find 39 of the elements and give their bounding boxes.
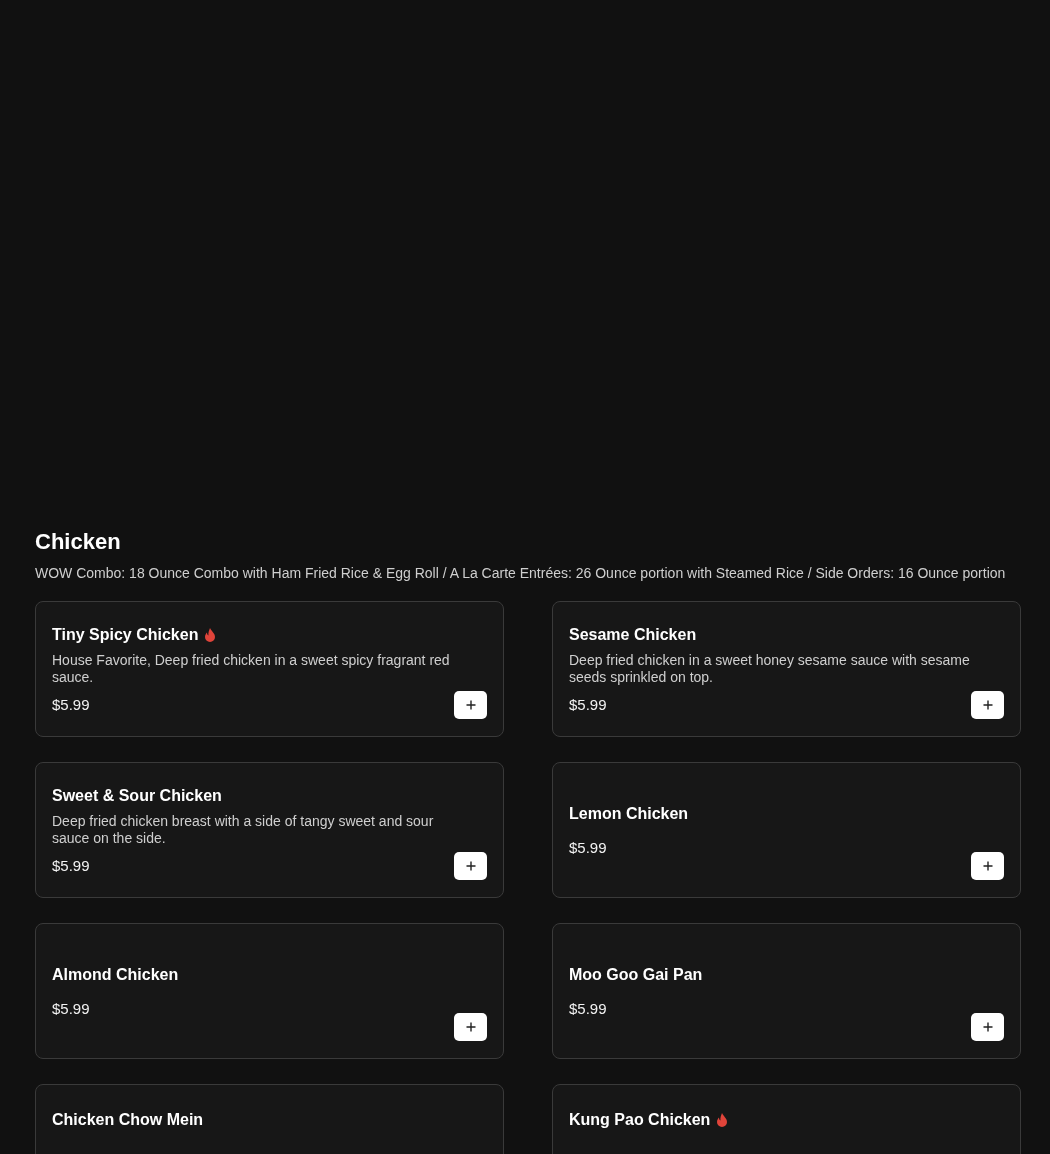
item-description: House Favorite, Deep fried chicken in a sweet spicy fragrant red sauce. <box>52 651 451 686</box>
category-description: WOW Combo: 18 Ounce Combo with Ham Fried Rice & Egg Roll / A La Carte Entrées: 26 Ounce portion with Steamed Rice / Side Orders: 16 Ounce portion <box>35 564 1007 583</box>
plus-icon <box>982 1022 993 1032</box>
menu-item-card[interactable]: Sesame Chicken Deep fried chicken in a sweet honey sesame sauce with sesame seeds sprinkled on top. $5.99 <box>552 601 1021 737</box>
item-price: $5.99 <box>569 695 607 713</box>
item-name: Tiny Spicy Chicken <box>52 625 199 644</box>
menu-item-card[interactable]: Tiny Spicy Chicken House Favorite, Deep fried chicken in a sweet spicy fragrant red sauce. $5.99 <box>35 601 504 737</box>
menu-item-card[interactable]: Lemon Chicken $5.99 <box>552 762 1021 898</box>
plus-icon <box>982 700 993 710</box>
category-title: Chicken <box>35 529 122 555</box>
menu-item-card[interactable]: Sweet & Sour Chicken Deep fried chicken breast with a side of tangy sweet and sour sauce on the side. $5.99 <box>35 762 504 898</box>
plus-icon <box>465 861 476 871</box>
item-description: Deep fried chicken in a sweet honey sesame sauce with sesame seeds sprinkled on top. <box>569 651 971 686</box>
add-button[interactable] <box>971 852 1004 880</box>
add-button[interactable] <box>971 691 1004 719</box>
item-name: Sweet & Sour Chicken <box>52 786 222 805</box>
menu-item-card[interactable]: Almond Chicken $5.99 <box>35 923 504 1059</box>
item-price: $5.99 <box>52 695 90 713</box>
plus-icon <box>982 861 993 871</box>
menu-item-card[interactable]: Chicken Chow Mein <box>35 1084 504 1154</box>
item-price: $5.99 <box>52 999 90 1017</box>
plus-icon <box>465 700 476 710</box>
add-button[interactable] <box>454 852 487 880</box>
item-price: $5.99 <box>569 838 607 856</box>
item-price: $5.99 <box>52 856 90 874</box>
add-button[interactable] <box>454 691 487 719</box>
item-name: Moo Goo Gai Pan <box>569 965 703 984</box>
item-description: Deep fried chicken breast with a side of tangy sweet and sour sauce on the side. <box>52 812 435 847</box>
item-name: Sesame Chicken <box>569 625 697 644</box>
item-name: Chicken Chow Mein <box>52 1111 204 1129</box>
item-price: $5.99 <box>569 999 607 1017</box>
plus-icon <box>465 1022 476 1032</box>
item-name: Lemon Chicken <box>569 804 689 823</box>
add-button[interactable] <box>971 1013 1004 1041</box>
menu-item-card[interactable]: Kung Pao Chicken <box>552 1084 1021 1154</box>
item-name: Kung Pao Chicken <box>569 1111 711 1129</box>
item-name: Almond Chicken <box>52 965 179 984</box>
menu-item-card[interactable]: Moo Goo Gai Pan $5.99 <box>552 923 1021 1059</box>
add-button[interactable] <box>454 1013 487 1041</box>
